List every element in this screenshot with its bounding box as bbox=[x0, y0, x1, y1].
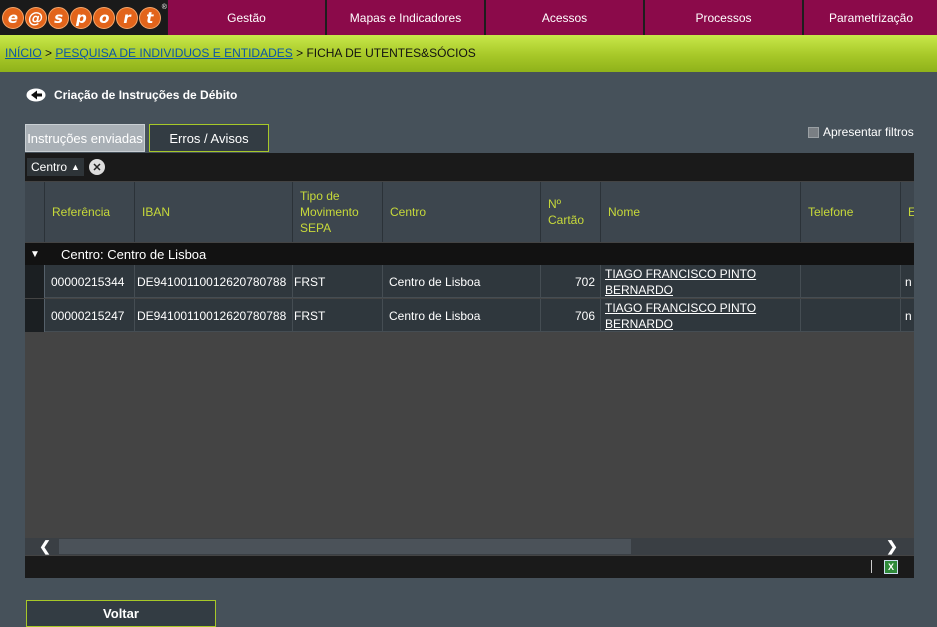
group-row-label: Centro: Centro de Lisboa bbox=[61, 246, 207, 262]
group-chip-text: Centro bbox=[31, 160, 68, 174]
cell-referencia: 00000215344 bbox=[45, 265, 135, 298]
logo-letter: @ bbox=[24, 6, 47, 29]
cell-telefone bbox=[801, 299, 901, 332]
breadcrumb-current: FICHA DE UTENTES&SÓCIOS bbox=[306, 46, 476, 60]
cell-centro: Centro de Lisboa bbox=[383, 265, 541, 298]
row-selector[interactable] bbox=[25, 299, 45, 332]
menu-item-acessos[interactable]: Acessos bbox=[486, 0, 643, 35]
sort-ascending-icon[interactable]: ▲ bbox=[71, 162, 80, 172]
cell-tipo: FRST bbox=[293, 265, 383, 298]
breadcrumb: INÍCIO > PESQUISA DE INDIVIDUOS E ENTIDA… bbox=[5, 46, 476, 60]
back-arrow-icon[interactable] bbox=[26, 88, 46, 102]
menu-item-mapas-indicadores[interactable]: Mapas e Indicadores bbox=[327, 0, 484, 35]
main-menu: Gestão Mapas e Indicadores Acessos Proce… bbox=[168, 0, 937, 35]
header-selector bbox=[25, 182, 45, 242]
cell-tipo: FRST bbox=[293, 299, 383, 332]
column-header-telefone[interactable]: Telefone bbox=[801, 182, 901, 242]
cell-nome: TIAGO FRANCISCO PINTO BERNARDO bbox=[601, 265, 801, 298]
cell-iban: DE94100110012620780788 bbox=[135, 265, 293, 298]
logo-registered-mark: ® bbox=[161, 4, 167, 11]
cell-extra: n bbox=[901, 265, 914, 298]
column-header-extra[interactable]: E bbox=[901, 182, 914, 242]
top-navigation: e @ s p o r t ® Gestão Mapas e Indicador… bbox=[0, 0, 937, 35]
grid-header: Referência IBAN Tipo de Movimento SEPA Cen… bbox=[25, 182, 914, 242]
grid-footer: X bbox=[25, 556, 914, 578]
column-header-referencia[interactable]: Referência bbox=[45, 182, 135, 242]
tab-instrucoes-enviadas[interactable]: Instruções enviadas bbox=[25, 124, 145, 152]
group-chip-label[interactable]: Centro ▲ bbox=[27, 158, 84, 176]
chevron-down-icon[interactable]: ▼ bbox=[25, 249, 45, 260]
cell-telefone bbox=[801, 265, 901, 298]
row-selector[interactable] bbox=[25, 265, 45, 298]
show-filters-checkbox[interactable] bbox=[808, 126, 819, 138]
show-filters-toggle[interactable]: Apresentar filtros bbox=[808, 125, 914, 139]
column-header-centro[interactable]: Centro bbox=[383, 182, 541, 242]
cell-cartao: 706 bbox=[541, 299, 601, 332]
footer-separator bbox=[871, 560, 872, 573]
breadcrumb-bar: INÍCIO > PESQUISA DE INDIVIDUOS E ENTIDA… bbox=[0, 35, 937, 72]
cell-nome: TIAGO FRANCISCO PINTO BERNARDO bbox=[601, 299, 801, 332]
breadcrumb-search-link[interactable]: PESQUISA DE INDIVIDUOS E ENTIDADES bbox=[55, 46, 292, 60]
cell-referencia: 00000215247 bbox=[45, 299, 135, 332]
logo-letter: o bbox=[93, 6, 116, 29]
horizontal-scrollbar[interactable]: ❮ ❯ bbox=[25, 538, 914, 555]
excel-export-icon[interactable]: X bbox=[884, 560, 898, 574]
cell-centro: Centro de Lisboa bbox=[383, 299, 541, 332]
cell-iban: DE94100110012620780788 bbox=[135, 299, 293, 332]
page-title-text: Criação de Instruções de Débito bbox=[54, 88, 238, 102]
page-title: Criação de Instruções de Débito bbox=[26, 88, 237, 102]
esport-logo[interactable]: e @ s p o r t ® bbox=[0, 0, 167, 35]
logo-letter: t bbox=[138, 6, 161, 29]
nome-link[interactable]: TIAGO FRANCISCO PINTO BERNARDO bbox=[605, 266, 800, 298]
logo-letter: s bbox=[47, 6, 70, 29]
logo-letter: r bbox=[116, 6, 138, 29]
breadcrumb-home-link[interactable]: INÍCIO bbox=[5, 46, 42, 60]
cell-cartao: 702 bbox=[541, 265, 601, 298]
debit-instructions-grid: Centro ▲ ✕ Referência IBAN Tipo de Movime… bbox=[25, 153, 914, 578]
breadcrumb-separator: > bbox=[41, 46, 56, 60]
remove-group-icon[interactable]: ✕ bbox=[88, 159, 105, 175]
scroll-right-icon[interactable]: ❯ bbox=[882, 538, 902, 555]
tab-erros-avisos[interactable]: Erros / Avisos bbox=[149, 124, 269, 152]
group-chip-centro[interactable]: Centro ▲ ✕ bbox=[27, 157, 105, 177]
menu-item-parametrizacao[interactable]: Parametrização bbox=[804, 0, 937, 35]
column-header-cartao[interactable]: Nº Cartão bbox=[541, 182, 601, 242]
menu-item-gestao[interactable]: Gestão bbox=[168, 0, 325, 35]
menu-item-processos[interactable]: Processos bbox=[645, 0, 802, 35]
group-panel: Centro ▲ ✕ bbox=[25, 153, 914, 181]
table-row[interactable]: 00000215247 DE94100110012620780788 FRST … bbox=[25, 299, 914, 332]
breadcrumb-separator: > bbox=[292, 46, 307, 60]
table-row[interactable]: 00000215344 DE94100110012620780788 FRST … bbox=[25, 265, 914, 298]
logo-letter: e bbox=[2, 6, 24, 29]
scroll-left-icon[interactable]: ❮ bbox=[35, 538, 55, 555]
nome-link[interactable]: TIAGO FRANCISCO PINTO BERNARDO bbox=[605, 300, 800, 332]
cell-extra: n bbox=[901, 299, 914, 332]
back-button[interactable]: Voltar bbox=[26, 600, 216, 627]
column-header-nome[interactable]: Nome bbox=[601, 182, 801, 242]
column-header-tipo-movimento[interactable]: Tipo de Movimento SEPA bbox=[293, 182, 383, 242]
scrollbar-thumb[interactable] bbox=[59, 539, 631, 554]
group-row[interactable]: ▼ Centro: Centro de Lisboa bbox=[25, 243, 914, 265]
show-filters-label: Apresentar filtros bbox=[823, 125, 914, 139]
logo-letter: p bbox=[70, 6, 93, 29]
column-header-iban[interactable]: IBAN bbox=[135, 182, 293, 242]
